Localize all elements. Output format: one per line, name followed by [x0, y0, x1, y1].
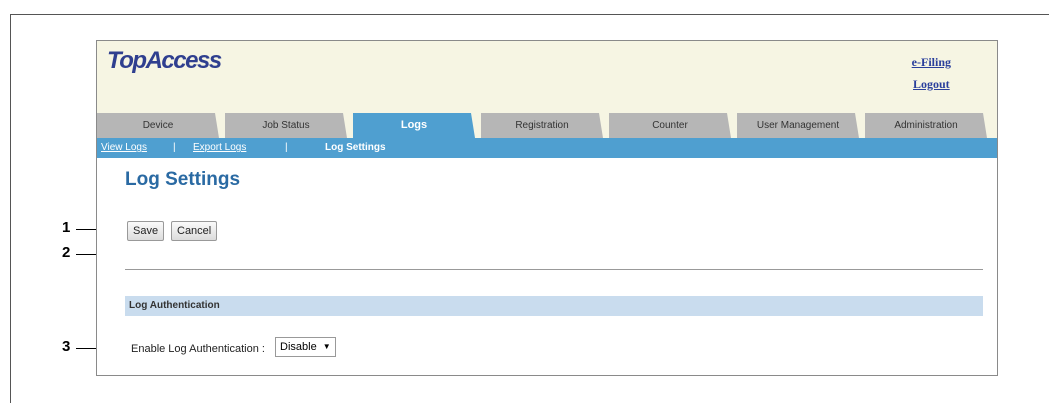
e-filing-link[interactable]: e-Filing — [912, 51, 951, 73]
header-links: e-Filing Logout — [912, 51, 951, 95]
tab-registration[interactable]: Registration — [481, 113, 603, 138]
tab-administration[interactable]: Administration — [865, 113, 987, 138]
divider — [125, 269, 983, 270]
callout-3: 3 — [62, 338, 71, 355]
subnav-view-logs[interactable]: View Logs — [101, 138, 147, 158]
page-title: Log Settings — [125, 169, 241, 190]
enable-log-authentication-label: Enable Log Authentication : — [131, 343, 265, 355]
subnav-export-logs[interactable]: Export Logs — [193, 138, 246, 158]
tab-user-management[interactable]: User Management — [737, 113, 859, 138]
topaccess-logo: TopAccess — [107, 47, 222, 74]
tab-job-status[interactable]: Job Status — [225, 113, 347, 138]
subnav-separator: | — [173, 142, 176, 153]
subnav-separator: | — [285, 142, 288, 153]
enable-log-authentication-select[interactable]: Disable ▼ — [275, 337, 336, 357]
select-value: Disable — [280, 341, 317, 353]
tab-device[interactable]: Device — [97, 113, 219, 138]
subnav-log-settings[interactable]: Log Settings — [325, 138, 386, 158]
topaccess-window: TopAccess e-Filing Logout Device Job Sta… — [96, 40, 998, 376]
callout-2: 2 — [62, 244, 71, 261]
tab-counter[interactable]: Counter — [609, 113, 731, 138]
section-header-log-authentication: Log Authentication — [125, 296, 983, 316]
main-tabs: Device Job Status Logs Registration Coun… — [97, 113, 997, 138]
chevron-down-icon: ▼ — [322, 342, 331, 352]
tab-logs[interactable]: Logs — [353, 113, 475, 138]
save-button[interactable]: Save — [127, 221, 165, 241]
callout-1: 1 — [62, 219, 71, 236]
subnav: View Logs | Export Logs | Log Settings — [97, 138, 997, 158]
logout-link[interactable]: Logout — [912, 73, 951, 95]
cancel-button[interactable]: Cancel — [171, 221, 218, 241]
header: TopAccess e-Filing Logout — [97, 41, 997, 113]
